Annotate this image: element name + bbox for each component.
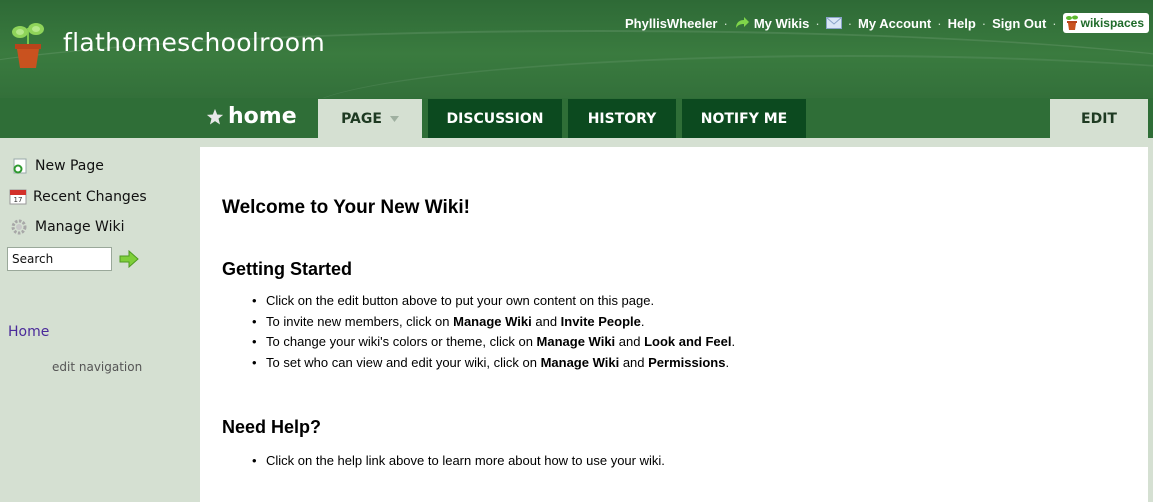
list-item-text: and — [531, 313, 561, 329]
svg-text:17: 17 — [14, 196, 23, 204]
page-heading: Welcome to Your New Wiki! — [222, 197, 470, 218]
help-link[interactable]: Help — [948, 16, 976, 31]
list-item-emphasis: Manage Wiki — [536, 334, 616, 349]
getting-started-list: Click on the edit button above to put yo… — [252, 291, 735, 373]
tab-page-label: PAGE — [341, 110, 382, 127]
messages-link[interactable] — [825, 17, 842, 29]
sidebar: New Page 17 Recent Changes Manage Wiki H… — [0, 138, 200, 502]
page-name: home — [206, 104, 297, 129]
calendar-icon: 17 — [9, 189, 27, 205]
nav-separator: · — [847, 15, 853, 31]
chevron-down-icon — [389, 115, 399, 122]
list-item-text: To invite new members, click on — [266, 313, 454, 329]
list-item-text: To change your wiki's colors or theme, c… — [266, 334, 537, 349]
list-item-text: and — [615, 334, 645, 349]
need-help-list: Click on the help link above to learn mo… — [252, 451, 665, 472]
section-heading-need-help: Need Help? — [222, 417, 322, 437]
list-item-text: Click on the edit button above to put yo… — [266, 293, 655, 308]
list-item: To invite new members, click on Manage W… — [252, 312, 735, 333]
wikispaces-badge[interactable]: wikispaces — [1062, 13, 1149, 33]
list-item-text: . — [731, 334, 736, 349]
envelope-icon — [825, 17, 842, 29]
edit-navigation-link[interactable]: edit navigation — [52, 360, 142, 374]
my-account-link[interactable]: My Account — [858, 16, 931, 31]
gear-icon — [11, 219, 27, 235]
list-item: Click on the help link above to learn mo… — [252, 451, 665, 472]
my-wikis-link[interactable]: My Wikis — [734, 15, 810, 31]
sidebar-item-manage-wiki[interactable]: Manage Wiki — [9, 218, 124, 236]
tab-page[interactable]: PAGE — [318, 99, 422, 138]
sidebar-item-label: Manage Wiki — [35, 219, 125, 235]
site-title[interactable]: flathomeschoolroom — [63, 28, 325, 57]
nav-separator: · — [815, 15, 820, 31]
list-item-emphasis: Look and Feel — [644, 334, 732, 349]
tab-notify-me[interactable]: NOTIFY ME — [682, 99, 806, 138]
edit-button[interactable]: EDIT — [1050, 99, 1148, 138]
search-input[interactable] — [7, 247, 112, 271]
plant-pot-icon — [1065, 15, 1078, 30]
list-item-emphasis: Invite People — [560, 313, 641, 329]
section-heading-getting-started: Getting Started — [222, 259, 353, 279]
list-item: To change your wiki's colors or theme, c… — [252, 332, 735, 353]
sidebar-item-label: Recent Changes — [33, 188, 147, 205]
list-item-text: Click on the help link above to learn mo… — [266, 453, 665, 468]
list-item-emphasis: Permissions — [648, 354, 726, 370]
top-navigation: PhyllisWheeler · My Wikis · · My Account… — [625, 13, 1149, 33]
sign-out-link[interactable]: Sign Out — [992, 16, 1046, 31]
list-item-emphasis: Manage Wiki — [540, 354, 620, 370]
my-wikis-label: My Wikis — [753, 15, 810, 31]
arrow-right-icon[interactable] — [119, 250, 139, 268]
site-header: flathomeschoolroom PhyllisWheeler · My W… — [0, 0, 1153, 98]
list-item-text: and — [619, 354, 649, 370]
nav-separator: · — [723, 15, 728, 31]
tab-discussion[interactable]: DISCUSSION — [428, 99, 562, 138]
sidebar-item-label: New Page — [35, 158, 104, 174]
nav-separator: · — [937, 15, 942, 31]
list-item: To set who can view and edit your wiki, … — [252, 353, 735, 374]
sidebar-item-recent-changes[interactable]: 17 Recent Changes — [9, 188, 147, 205]
star-icon — [206, 108, 224, 124]
wikispaces-label: wikispaces — [1080, 16, 1144, 30]
page-content: Welcome to Your New Wiki! Getting Starte… — [200, 147, 1148, 502]
sidebar-item-new-page[interactable]: New Page — [9, 158, 104, 174]
nav-separator: · — [981, 15, 987, 31]
nav-link-home[interactable]: Home — [8, 324, 49, 340]
nav-separator: · — [1052, 15, 1057, 31]
new-page-icon — [13, 158, 27, 174]
list-item-text: To set who can view and edit your wiki, … — [266, 354, 541, 370]
plant-pot-logo-icon — [12, 23, 44, 68]
username-link[interactable]: PhyllisWheeler — [625, 16, 717, 31]
tab-history[interactable]: HISTORY — [568, 99, 676, 138]
list-item-emphasis: Manage Wiki — [453, 313, 532, 329]
arrow-right-icon — [735, 17, 749, 28]
list-item: Click on the edit button above to put yo… — [252, 291, 735, 312]
list-item-text: . — [640, 313, 645, 329]
page-name-label: home — [228, 104, 297, 129]
list-item-text: . — [725, 354, 730, 370]
